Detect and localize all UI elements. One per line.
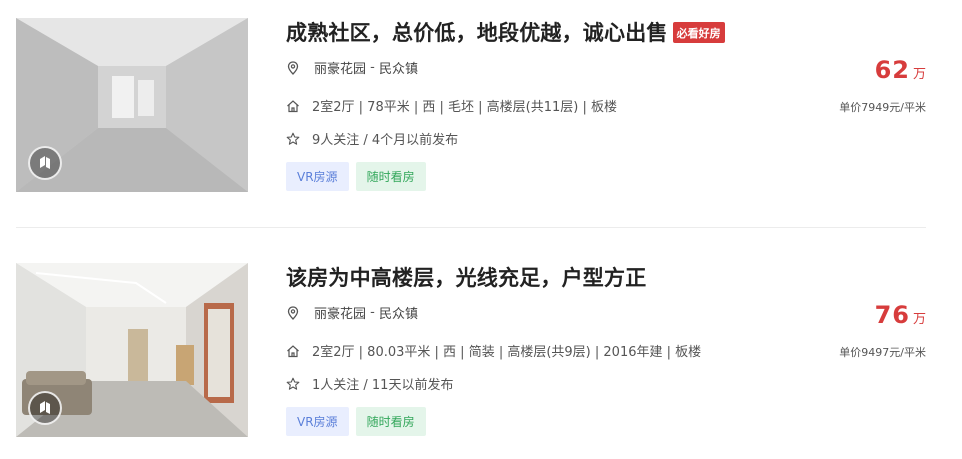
listing-photo[interactable] xyxy=(16,18,248,192)
vr-badge-icon xyxy=(28,146,62,180)
anytime-viewing-tag: 随时看房 xyxy=(355,407,426,436)
listing-title[interactable]: 成熟社区，总价低，地段优越，诚心出售 必看好房 xyxy=(286,17,725,47)
listing-title[interactable]: 该房为中高楼层，光线充足，户型方正 xyxy=(286,262,646,292)
vr-badge-icon xyxy=(28,391,62,425)
total-price-unit: 万 xyxy=(912,67,926,82)
area-link[interactable]: 民众镇 xyxy=(379,58,418,77)
tag-list: VR房源 随时看房 xyxy=(286,162,426,191)
total-price-value: 62 xyxy=(874,56,910,84)
unit-price: 单价9497元/平米 xyxy=(839,346,926,359)
must-see-badge: 必看好房 xyxy=(672,22,725,43)
house-info-row: 2室2厅 | 80.03平米 | 西 | 简装 | 高楼层(共9层) | 201… xyxy=(286,341,701,360)
location-separator: - xyxy=(366,60,379,75)
house-info-text: 2室2厅 | 78平米 | 西 | 毛坯 | 高楼层(共11层) | 板楼 xyxy=(312,100,617,115)
listing-divider xyxy=(16,227,926,228)
community-link[interactable]: 丽豪花园 xyxy=(314,58,366,77)
house-icon xyxy=(287,99,299,112)
unit-price: 单价7949元/平米 xyxy=(839,101,926,114)
total-price: 62 万 xyxy=(875,56,926,84)
map-pin-icon xyxy=(287,60,299,75)
location-row: 丽豪花园 - 民众镇 xyxy=(286,58,418,77)
total-price-unit: 万 xyxy=(912,312,926,327)
follow-info-text: 1人关注 / 11天以前发布 xyxy=(312,378,454,393)
house-icon xyxy=(287,344,299,357)
follow-info-row: 9人关注 / 4个月以前发布 xyxy=(286,129,458,148)
star-icon xyxy=(286,377,300,390)
vr-listing-tag: VR房源 xyxy=(286,162,349,191)
listing-title-text[interactable]: 成熟社区，总价低，地段优越，诚心出售 xyxy=(286,21,668,45)
location-row: 丽豪花园 - 民众镇 xyxy=(286,303,418,322)
anytime-viewing-tag: 随时看房 xyxy=(355,162,426,191)
total-price: 76 万 xyxy=(875,301,926,329)
follow-info-text: 9人关注 / 4个月以前发布 xyxy=(312,133,459,148)
vr-listing-tag: VR房源 xyxy=(286,407,349,436)
listing-item[interactable]: 成熟社区，总价低，地段优越，诚心出售 必看好房 丽豪花园 - 民众镇 2室2厅 |… xyxy=(16,16,926,192)
house-info-text: 2室2厅 | 80.03平米 | 西 | 简装 | 高楼层(共9层) | 201… xyxy=(312,345,702,360)
map-pin-icon xyxy=(287,305,299,320)
follow-info-row: 1人关注 / 11天以前发布 xyxy=(286,374,453,393)
location-separator: - xyxy=(366,305,379,320)
house-info-row: 2室2厅 | 78平米 | 西 | 毛坯 | 高楼层(共11层) | 板楼 xyxy=(286,96,617,115)
listing-photo[interactable] xyxy=(16,263,248,437)
listing-item[interactable]: 该房为中高楼层，光线充足，户型方正 丽豪花园 - 民众镇 2室2厅 | 80.0… xyxy=(16,261,926,437)
total-price-value: 76 xyxy=(874,301,910,329)
star-icon xyxy=(286,132,300,145)
listing-title-text[interactable]: 该房为中高楼层，光线充足，户型方正 xyxy=(286,266,646,290)
community-link[interactable]: 丽豪花园 xyxy=(314,303,366,322)
tag-list: VR房源 随时看房 xyxy=(286,407,426,436)
area-link[interactable]: 民众镇 xyxy=(379,303,418,322)
